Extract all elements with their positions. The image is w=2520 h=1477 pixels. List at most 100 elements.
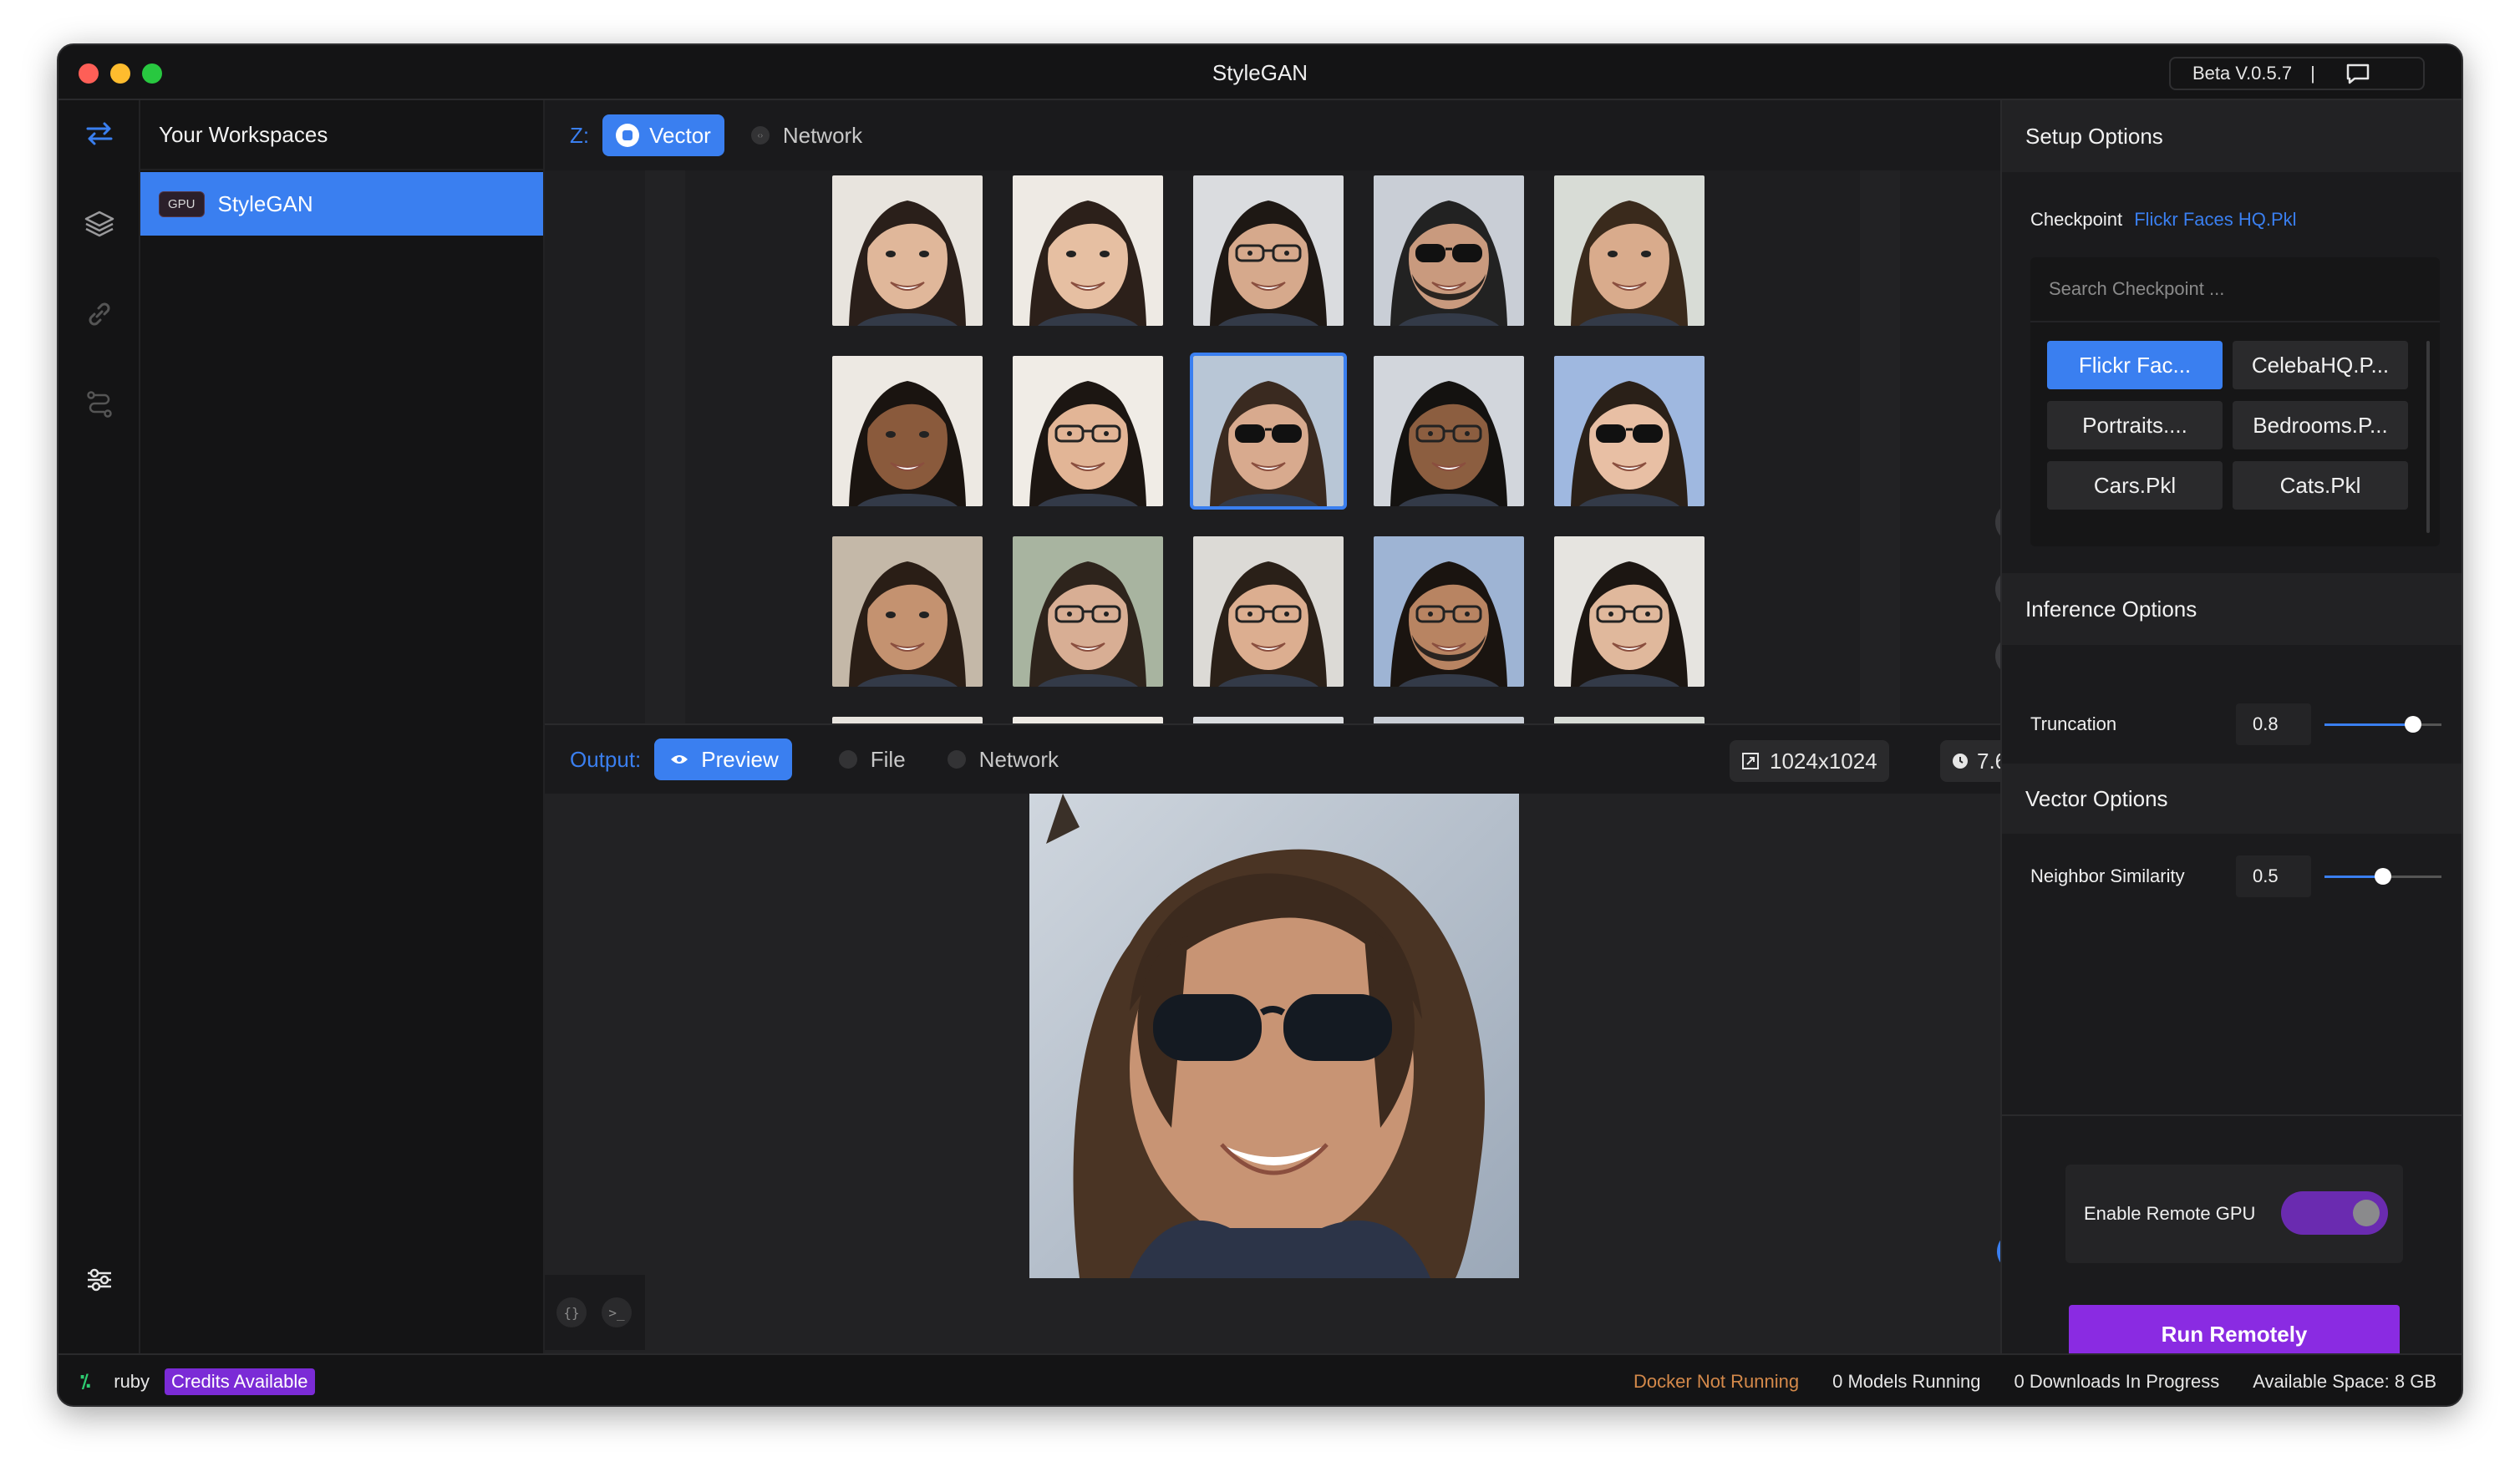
face-thumbnail[interactable] [832,356,983,506]
layers-icon[interactable] [83,207,116,241]
eye-icon [668,748,691,771]
slider-handle[interactable] [2405,716,2422,733]
face-thumbnail[interactable] [832,717,983,723]
slider-handle[interactable] [2375,868,2391,885]
space-status: Available Space: 8 GB [2253,1371,2436,1392]
latent-grid [545,170,2000,723]
face-thumbnail[interactable] [1013,175,1163,326]
checkpoint-scrollbar[interactable] [2426,341,2430,533]
checkpoint-line: Checkpoint Flickr Faces HQ.Pkl [2030,209,2297,231]
tab-preview[interactable]: Preview [654,738,792,780]
checkpoint-search-input[interactable]: Search Checkpoint ... [2030,257,2440,322]
vector-icon [616,124,640,147]
checkpoint-option[interactable]: CelebaHQ.P... [2233,341,2408,389]
checkpoint-option[interactable]: Bedrooms.P... [2233,401,2408,449]
status-bar: ⁒ ruby Credits Available Docker Not Runn… [58,1353,2462,1405]
logo-icon: ⁒ [80,1371,91,1392]
face-thumbnail[interactable] [832,175,983,326]
face-thumbnail[interactable] [1013,356,1163,506]
face-thumbnail[interactable] [1013,717,1163,723]
version-box: Beta V.0.5.7 | [2169,57,2425,90]
face-thumbnail[interactable] [1554,717,1705,723]
similarity-slider[interactable] [2324,868,2441,885]
timer-icon [1953,754,1968,769]
resolution-badge: 1024x1024 [1730,740,1889,782]
face-thumbnail[interactable] [832,536,983,687]
output-preview-image [1029,794,1519,1278]
title-bar: StyleGAN Beta V.0.5.7 | [58,45,2462,100]
output-preview-area: {} >_ [545,794,2037,1353]
workspace-item-label: StyleGAN [217,190,313,216]
face-thumbnail[interactable] [1013,536,1163,687]
workflow-icon[interactable] [83,388,116,421]
left-rail [58,100,140,1353]
workspace-item-stylegan[interactable]: GPU StyleGAN [140,172,543,236]
similarity-row: Neighbor Similarity 0.5 [2030,855,2441,897]
setup-options-header: Setup Options [2002,100,2462,172]
terminal-icon[interactable]: >_ [602,1297,632,1327]
face-thumbnail[interactable] [1554,536,1705,687]
face-thumbnail[interactable] [1554,356,1705,506]
braces-icon[interactable]: {} [556,1297,587,1327]
chat-icon[interactable] [2345,63,2370,84]
resolution-value: 1024x1024 [1770,748,1877,774]
checkpoint-option[interactable]: Portraits.... [2047,401,2223,449]
input-tab-bar: Z: Vector ‹› Network [545,100,2000,170]
file-icon [838,750,857,769]
similarity-label: Neighbor Similarity [2030,865,2185,886]
main-area: Z: Vector ‹› Network Output: Preview Fil… [545,100,2042,1353]
workspaces-header: Your Workspaces [140,100,543,170]
network-icon [947,750,966,769]
face-thumbnail[interactable] [1190,353,1347,510]
truncation-row: Truncation 0.8 [2030,703,2441,745]
options-panel: Setup Options Checkpoint Flickr Faces HQ… [2000,100,2462,1363]
downloads-status: 0 Downloads In Progress [2014,1371,2220,1392]
app-window: StyleGAN Beta V.0.5.7 | Your Workspaces [57,43,2463,1407]
tab-file-label: File [870,746,906,772]
face-thumbnail[interactable] [1193,175,1344,326]
checkpoint-option[interactable]: Flickr Fac... [2047,341,2223,389]
checkpoint-picker: Search Checkpoint ... Flickr Fac... Cele… [2030,257,2440,546]
truncation-slider[interactable] [2324,716,2441,733]
gpu-badge: GPU [159,190,205,217]
remote-gpu-toggle[interactable] [2281,1191,2388,1235]
face-thumbnail[interactable] [1193,717,1344,723]
tab-vector-label: Vector [649,122,711,148]
face-thumbnail[interactable] [1374,717,1524,723]
face-thumbnail[interactable] [1374,356,1524,506]
workspaces-panel: Your Workspaces GPU StyleGAN [140,100,545,1353]
output-tab-bar: Output: Preview File Network 1024x1024 [545,723,2042,794]
credits-badge[interactable]: Credits Available [165,1368,315,1395]
face-thumbnail[interactable] [1193,536,1344,687]
settings-sliders-icon[interactable] [83,1263,116,1297]
checkpoint-option[interactable]: Cars.Pkl [2047,461,2223,510]
remote-gpu-box: Enable Remote GPU [2065,1165,2403,1263]
tab-network[interactable]: ‹› Network [750,123,862,149]
swap-arrows-icon[interactable] [83,117,116,150]
models-status: 0 Models Running [1832,1371,1981,1392]
docker-status: Docker Not Running [1633,1371,1800,1392]
tab-vector[interactable]: Vector [602,114,724,156]
similarity-input[interactable]: 0.5 [2236,855,2311,897]
status-right: Docker Not Running 0 Models Running 0 Do… [1633,1355,2436,1405]
version-separator: | [2310,63,2315,84]
face-thumbnail[interactable] [1554,175,1705,326]
link-icon[interactable] [83,297,116,331]
resize-icon [1742,753,1759,769]
face-thumbnail[interactable] [1374,536,1524,687]
version-label: Beta V.0.5.7 [2192,63,2293,84]
truncation-input[interactable]: 0.8 [2236,703,2311,745]
tab-preview-label: Preview [701,746,779,772]
checkpoint-option[interactable]: Cats.Pkl [2233,461,2408,510]
console-toolbar: {} >_ [545,1275,645,1350]
checkpoint-value[interactable]: Flickr Faces HQ.Pkl [2134,209,2296,230]
input-label: Z: [570,122,590,148]
tab-file[interactable]: File [838,746,906,773]
truncation-label: Truncation [2030,713,2117,734]
output-label: Output: [570,746,642,772]
tab-output-network-label: Network [978,746,1059,772]
checkpoint-label: Checkpoint [2030,209,2123,230]
face-thumbnail[interactable] [1374,175,1524,326]
tab-output-network[interactable]: Network [947,746,1059,773]
remote-gpu-label: Enable Remote GPU [2084,1203,2256,1224]
